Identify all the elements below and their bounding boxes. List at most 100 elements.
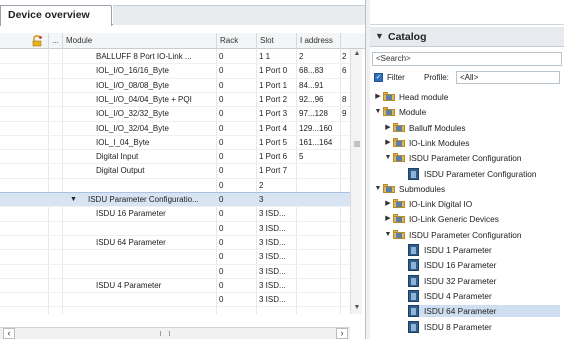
table-row[interactable]: IOL_I/O_04/04_Byte + PQI 0 1 Port 2 92...96… (0, 93, 350, 106)
catalog-item-folder[interactable]: ▶ IO-Link Generic Devices (384, 213, 560, 225)
table-row[interactable]: IOL_I/O_08/08_Byte 0 1 Port 1 84...91 (0, 79, 350, 92)
extra-cell (342, 179, 350, 192)
catalog-item-device[interactable]: ISDU 4 Parameter (408, 289, 560, 302)
chevron-right-icon[interactable]: ▶ (384, 138, 392, 147)
table-row[interactable]: ISDU 64 Parameter 0 3 ISD... (0, 236, 350, 249)
table-row[interactable]: Digital Input 0 1 Port 6 5 (0, 150, 350, 163)
table-row[interactable]: 0 3 ISD... (0, 250, 350, 263)
catalog-item-device[interactable]: ISDU 1 Parameter (408, 244, 560, 256)
catalog-item-folder[interactable]: ▶ IO-Link Digital IO (384, 198, 560, 210)
scroll-left-icon[interactable]: ‹ (3, 328, 15, 339)
catalog-item-folder[interactable]: ▶ Balluff Modules (384, 122, 560, 134)
folder-icon (393, 214, 405, 224)
catalog-item-device[interactable]: ISDU 64 Parameter (408, 305, 560, 318)
catalog-item-device[interactable]: ISDU 16 Parameter (408, 259, 560, 272)
folder-icon (383, 92, 395, 101)
extra-cell: 8 (342, 94, 347, 104)
column-header-rack[interactable]: Rack (216, 33, 256, 49)
catalog-search-input[interactable]: <Search> (372, 52, 562, 66)
column-header-more[interactable] (340, 33, 350, 49)
folder-icon (393, 229, 405, 239)
filter-label: Filter (387, 73, 405, 82)
catalog-item-folder[interactable]: ▶ IO-Link Modules (384, 137, 560, 149)
extra-cell: 6 (342, 66, 347, 76)
iaddress-cell: 5 (299, 152, 304, 162)
chevron-down-icon[interactable]: ▼ (375, 31, 384, 41)
table-row[interactable]: 0 3 ISD... (0, 265, 350, 278)
filter-checkbox[interactable]: ✓ (374, 73, 383, 82)
rack-cell: 0 (219, 237, 224, 247)
extra-cell (342, 79, 350, 92)
catalog-item-label: IO-Link Digital IO (409, 199, 473, 210)
horizontal-scrollbar[interactable]: ‹ › (0, 327, 350, 339)
table-row[interactable]: ISDU 4 Parameter 0 3 ISD... (0, 279, 350, 292)
table-row[interactable]: IOL_I_04_Byte 0 1 Port 5 161...164 (0, 136, 350, 149)
module-icon (408, 274, 419, 287)
table-row[interactable]: ▼ ISDU Parameter Configuratio... 0 3 (0, 192, 351, 207)
iaddress-cell: 68...83 (299, 66, 324, 76)
rack-cell: 0 (219, 223, 224, 233)
catalog-item-device[interactable]: ISDU Parameter Configuration (408, 167, 560, 180)
catalog-item-folder[interactable]: ▶ Head module (374, 91, 560, 103)
column-header-module[interactable]: Module (62, 33, 216, 49)
catalog-item-label: ISDU 1 Parameter (424, 245, 492, 255)
table-row[interactable]: ISDU 16 Parameter 0 3 ISD... (0, 207, 350, 220)
catalog-item-label: Module (399, 107, 427, 118)
vertical-scrollbar[interactable]: ▲ ▼ (350, 49, 362, 314)
chevron-right-icon[interactable]: ▶ (374, 92, 382, 101)
chevron-down-icon[interactable]: ▼ (384, 153, 392, 162)
scroll-right-icon[interactable]: › (336, 328, 348, 339)
tab-device-overview[interactable]: Device overview (0, 5, 112, 26)
table-row[interactable]: Digital Output 0 1 Port 7 (0, 164, 350, 177)
extra-cell (342, 136, 350, 149)
slot-cell: 3 (259, 195, 264, 204)
column-header-slot[interactable]: Slot (256, 33, 296, 49)
extra-cell (342, 236, 350, 249)
module-cell: BALLUFF 8 Port IO-Link ... (96, 52, 192, 61)
catalog-item-label: Submodules (399, 183, 446, 194)
table-row[interactable]: IOL_I/O_32/32_Byte 0 1 Port 3 97...128 9 (0, 107, 350, 120)
column-header-iaddress[interactable]: I address (296, 33, 340, 49)
catalog-item-label: ISDU 8 Parameter (424, 321, 492, 332)
table-row[interactable]: BALLUFF 8 Port IO-Link ... 0 1 1 2 2 (0, 50, 350, 63)
table-row[interactable]: 0 3 ISD... (0, 293, 350, 306)
catalog-title: Catalog (388, 31, 427, 43)
column-header-extra[interactable]: ... (48, 33, 62, 49)
iaddress-cell (299, 207, 339, 220)
scroll-thumb[interactable] (354, 141, 360, 147)
rack-cell: 0 (219, 295, 224, 305)
module-cell: IOL_I/O_32/04_Byte (96, 123, 169, 133)
chevron-down-icon[interactable]: ▼ (384, 230, 392, 239)
iaddress-cell: 92...96 (299, 94, 324, 104)
catalog-item-device[interactable]: ISDU 8 Parameter (408, 320, 560, 333)
row-divider (0, 306, 350, 308)
slot-cell: 1 Port 4 (259, 123, 288, 133)
catalog-item-folder[interactable]: ▼ ISDU Parameter Configuration (384, 229, 560, 241)
profile-select[interactable]: <All> (456, 71, 560, 84)
module-cell: ISDU 16 Parameter (96, 209, 166, 219)
catalog-header[interactable]: ▼ Catalog (370, 27, 564, 47)
scroll-down-icon[interactable]: ▼ (353, 304, 361, 312)
chevron-down-icon[interactable]: ▼ (374, 107, 382, 116)
chevron-down-icon[interactable]: ▼ (374, 184, 382, 193)
folder-icon (393, 153, 405, 163)
slot-cell: 3 ISD... (259, 295, 286, 305)
table-row[interactable]: IOL_I/O_32/04_Byte 0 1 Port 4 129...160 (0, 122, 350, 135)
scroll-grip[interactable] (160, 331, 170, 336)
iaddress-cell (299, 250, 339, 263)
device-overview-table: ... Module Rack Slot I address BALLUFF 8… (0, 33, 365, 328)
chevron-right-icon[interactable]: ▶ (384, 123, 392, 132)
chevron-right-icon[interactable]: ▶ (384, 214, 392, 223)
catalog-item-device[interactable]: ISDU 32 Parameter (408, 274, 560, 287)
catalog-item-folder[interactable]: ▼ ISDU Parameter Configuration (384, 152, 560, 164)
rack-cell: 0 (219, 266, 224, 276)
catalog-item-folder[interactable]: ▼ Module (374, 106, 560, 118)
table-row[interactable]: 0 3 ISD... (0, 222, 350, 235)
scroll-up-icon[interactable]: ▲ (353, 50, 361, 58)
catalog-item-folder[interactable]: ▼ Submodules (374, 183, 560, 195)
chevron-right-icon[interactable]: ▶ (384, 199, 392, 208)
table-row[interactable]: IOL_I/O_16/16_Byte 0 1 Port 0 68...83 6 (0, 64, 350, 77)
module-cell: IOL_I/O_04/04_Byte + PQI (96, 94, 192, 104)
expand-toggle-icon[interactable]: ▼ (70, 193, 80, 206)
table-row[interactable]: 02 (0, 179, 350, 192)
